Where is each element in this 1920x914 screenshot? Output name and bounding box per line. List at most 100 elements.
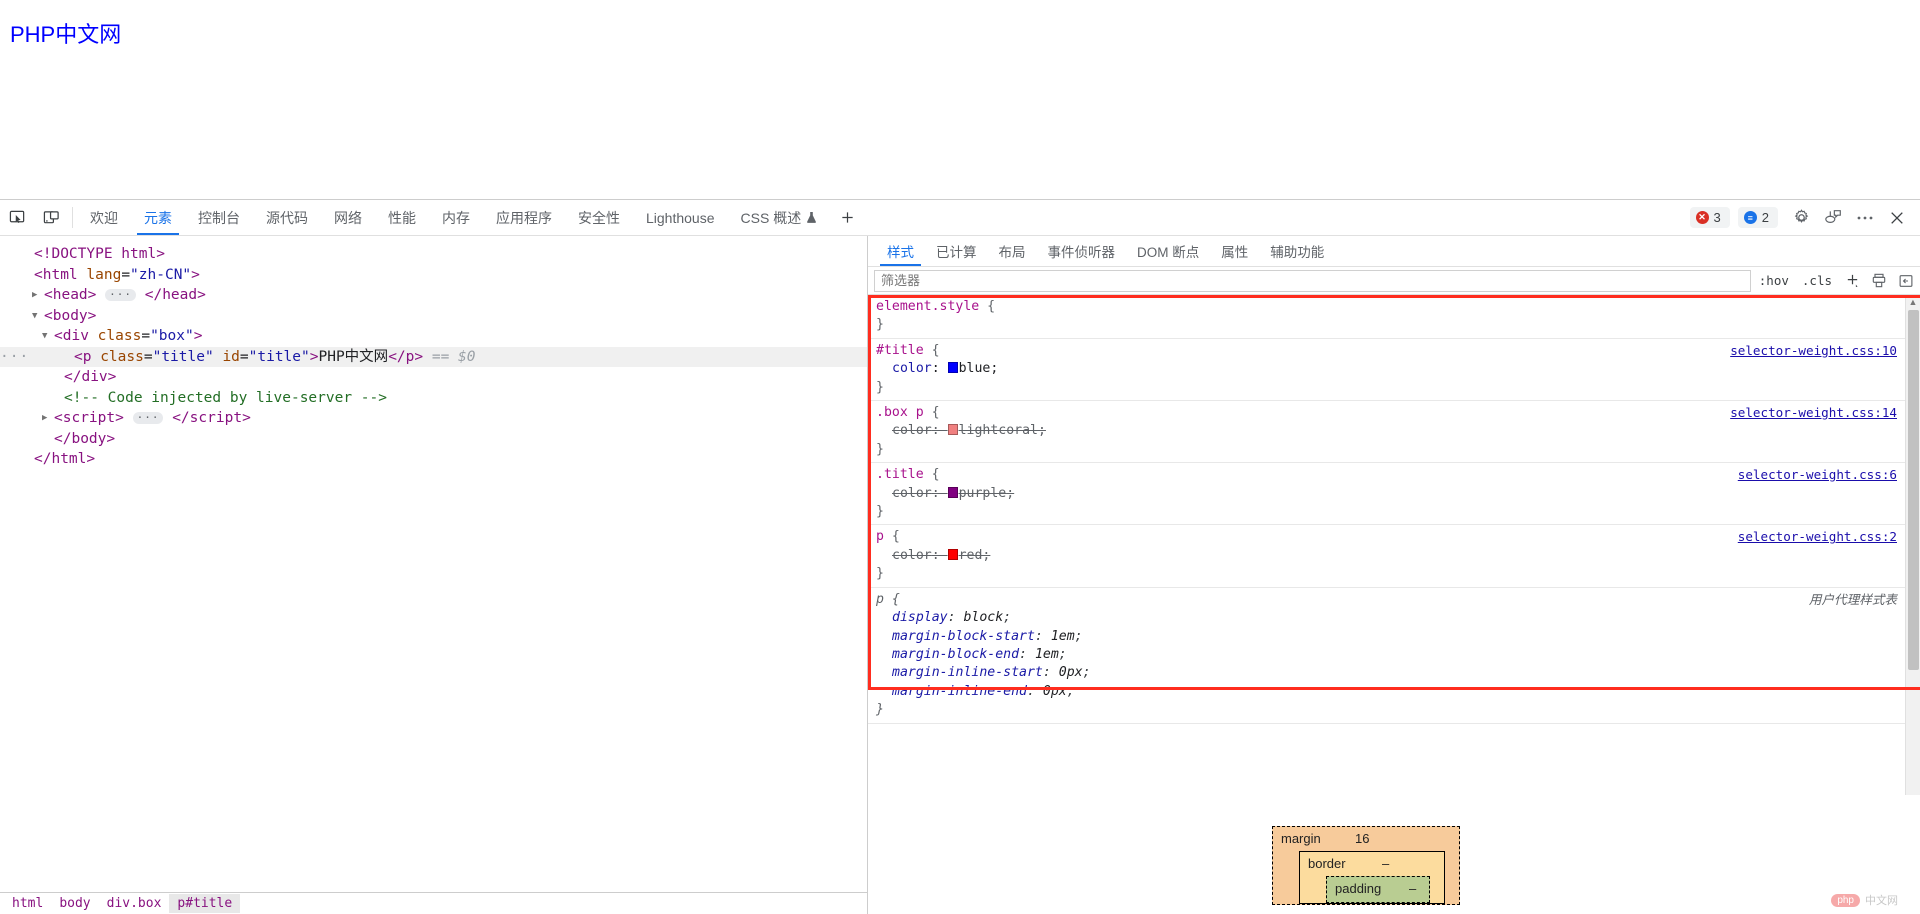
tab-application[interactable]: 应用程序 bbox=[483, 200, 565, 235]
dom-tree-node[interactable]: ▶ <script> ··· </script> bbox=[0, 408, 867, 429]
message-count-label: 2 bbox=[1761, 210, 1769, 225]
device-toolbar-icon[interactable] bbox=[34, 200, 68, 235]
styles-filter-row: :hov .cls bbox=[868, 267, 1920, 295]
css-rule-selector[interactable]: element.style { bbox=[876, 298, 1899, 316]
css-rule-origin-link[interactable]: selector-weight.css:10 bbox=[1730, 342, 1897, 360]
scrollbar-thumb[interactable] bbox=[1907, 310, 1919, 670]
tab-memory[interactable]: 内存 bbox=[429, 200, 483, 235]
css-declaration[interactable]: color: lightcoral; bbox=[876, 422, 1899, 440]
box-model-padding[interactable]: padding – bbox=[1326, 876, 1430, 903]
css-declaration[interactable]: margin-block-end: 1em; bbox=[876, 646, 1899, 664]
styles-tab-event-listeners[interactable]: 事件侦听器 bbox=[1037, 236, 1127, 266]
error-count-badge[interactable]: ✕ 3 bbox=[1689, 207, 1730, 228]
css-declaration[interactable]: color: blue; bbox=[876, 360, 1899, 378]
breadcrumb-item[interactable]: p#title bbox=[169, 894, 241, 913]
css-rule[interactable]: .box p {selector-weight.css:14 color: lig… bbox=[868, 401, 1905, 464]
cls-button[interactable]: .cls bbox=[1797, 271, 1837, 290]
color-swatch[interactable] bbox=[947, 424, 958, 436]
dom-tree-node[interactable]: </div> bbox=[0, 367, 867, 388]
css-declaration[interactable]: margin-block-start: 1em; bbox=[876, 628, 1899, 646]
box-model-border[interactable]: border – padding – bbox=[1299, 851, 1445, 904]
tab-label: 性能 bbox=[388, 209, 416, 226]
styles-scrollbar[interactable]: ▲ bbox=[1905, 295, 1920, 795]
box-model-margin[interactable]: margin 16 border – padding – bbox=[1272, 826, 1460, 905]
dom-tree-node[interactable]: ▶ <head> ··· </head> bbox=[0, 285, 867, 306]
css-declaration[interactable]: color: purple; bbox=[876, 485, 1899, 503]
color-swatch[interactable] bbox=[947, 362, 958, 374]
box-model-margin-value[interactable]: 16 bbox=[1355, 831, 1369, 846]
more-options-icon[interactable] bbox=[1850, 204, 1880, 232]
dom-tree-node[interactable]: ▼ <div class="box"> bbox=[0, 326, 867, 347]
box-model-border-value[interactable]: – bbox=[1382, 856, 1389, 871]
tab-performance[interactable]: 性能 bbox=[375, 200, 429, 235]
css-rule-origin-link[interactable]: selector-weight.css:2 bbox=[1738, 528, 1897, 546]
node-menu-icon[interactable]: ··· bbox=[0, 347, 28, 368]
css-rule[interactable]: p {selector-weight.css:2 color: red;} bbox=[868, 525, 1905, 588]
dom-tree[interactable]: <!DOCTYPE html> <html lang="zh-CN"> ▶ <head… bbox=[0, 236, 867, 892]
dom-tree-node[interactable]: </html> bbox=[0, 449, 867, 470]
styles-tab-dom-breakpoints[interactable]: DOM 断点 bbox=[1126, 236, 1210, 266]
styles-tab-label: 事件侦听器 bbox=[1047, 245, 1116, 260]
close-icon[interactable] bbox=[1882, 204, 1912, 232]
breadcrumb[interactable]: html body div.box p#title bbox=[0, 892, 867, 914]
box-model-border-label: border bbox=[1308, 856, 1346, 871]
hov-button[interactable]: :hov bbox=[1754, 271, 1794, 290]
print-media-icon[interactable] bbox=[1867, 270, 1891, 292]
styles-tab-layout[interactable]: 布局 bbox=[988, 236, 1037, 266]
css-rule[interactable]: .title {selector-weight.css:6 color: purp… bbox=[868, 463, 1905, 526]
new-style-rule-button[interactable] bbox=[1840, 270, 1864, 292]
filter-input[interactable] bbox=[874, 269, 1751, 292]
scroll-up-icon[interactable]: ▲ bbox=[1909, 295, 1918, 309]
styles-tab-accessibility[interactable]: 辅助功能 bbox=[1259, 236, 1335, 266]
dom-tree-node[interactable]: </body> bbox=[0, 429, 867, 450]
styles-tab-label: 布局 bbox=[998, 245, 1026, 260]
breadcrumb-item[interactable]: div.box bbox=[99, 894, 170, 913]
css-rule-origin-link[interactable]: selector-weight.css:6 bbox=[1738, 466, 1897, 484]
css-rule[interactable]: p {用户代理样式表 display: block; margin-block-st… bbox=[868, 588, 1905, 724]
devtools-panel: 欢迎 元素 控制台 源代码 网络 性能 内存 应用程序 安全性 Lighthou… bbox=[0, 199, 1920, 914]
tab-welcome[interactable]: 欢迎 bbox=[77, 200, 131, 235]
dom-tree-node[interactable]: <!DOCTYPE html> bbox=[0, 244, 867, 265]
box-model-padding-value[interactable]: – bbox=[1409, 881, 1416, 896]
styles-tab-label: 属性 bbox=[1221, 245, 1249, 260]
dom-tree-node[interactable]: ··· <p class="title" id="title">PHP中文网</p… bbox=[0, 346, 867, 368]
tab-network[interactable]: 网络 bbox=[321, 200, 375, 235]
customize-devtools-icon[interactable] bbox=[1818, 204, 1848, 232]
inspect-element-icon[interactable] bbox=[0, 200, 34, 235]
styles-tab-styles[interactable]: 样式 bbox=[876, 236, 925, 266]
css-declaration[interactable]: color: red; bbox=[876, 547, 1899, 565]
color-swatch[interactable] bbox=[947, 548, 958, 560]
message-count-badge[interactable]: ≡ 2 bbox=[1737, 207, 1778, 228]
styles-tab-computed[interactable]: 已计算 bbox=[925, 236, 988, 266]
expand-arrow-icon[interactable]: ▼ bbox=[32, 306, 44, 327]
tab-console[interactable]: 控制台 bbox=[185, 200, 253, 235]
dom-tree-node[interactable]: ▼ <body> bbox=[0, 306, 867, 327]
css-declaration[interactable]: margin-inline-end: 0px; bbox=[876, 683, 1899, 701]
box-model-diagram[interactable]: margin 16 border – padding – bbox=[1272, 826, 1460, 905]
css-rule-selector[interactable]: p { bbox=[876, 591, 1899, 609]
gear-icon[interactable] bbox=[1786, 204, 1816, 232]
css-rule[interactable]: #title {selector-weight.css:10 color: blu… bbox=[868, 339, 1905, 402]
css-rule-origin-link[interactable]: selector-weight.css:14 bbox=[1730, 404, 1897, 422]
tab-lighthouse[interactable]: Lighthouse bbox=[633, 200, 728, 235]
collapse-arrow-icon[interactable]: ▶ bbox=[32, 285, 44, 306]
tab-security[interactable]: 安全性 bbox=[565, 200, 633, 235]
tab-elements[interactable]: 元素 bbox=[131, 200, 185, 235]
color-swatch[interactable] bbox=[947, 486, 958, 498]
dom-tree-node[interactable]: <html lang="zh-CN"> bbox=[0, 265, 867, 286]
css-rule[interactable]: element.style {} bbox=[868, 295, 1905, 339]
styles-tab-properties[interactable]: 属性 bbox=[1210, 236, 1259, 266]
dom-tree-node[interactable]: <!-- Code injected by live-server --> bbox=[0, 388, 867, 409]
css-declaration[interactable]: display: block; bbox=[876, 609, 1899, 627]
expand-arrow-icon[interactable]: ▼ bbox=[42, 326, 54, 347]
add-tab-button[interactable] bbox=[830, 200, 864, 235]
breadcrumb-item[interactable]: html bbox=[4, 894, 51, 913]
css-declaration[interactable]: margin-inline-start: 0px; bbox=[876, 664, 1899, 682]
css-rules-list[interactable]: element.style {} #title {selector-weight.… bbox=[868, 295, 1905, 795]
tab-sources[interactable]: 源代码 bbox=[253, 200, 321, 235]
tab-css-overview[interactable]: CSS 概述 bbox=[728, 200, 831, 235]
breadcrumb-item[interactable]: body bbox=[51, 894, 98, 913]
collapse-arrow-icon[interactable]: ▶ bbox=[42, 408, 54, 429]
computed-sidebar-icon[interactable] bbox=[1894, 270, 1918, 292]
styles-pane: 样式 已计算 布局 事件侦听器 DOM 断点 属性 辅助功能 :hov .cls bbox=[868, 236, 1920, 914]
